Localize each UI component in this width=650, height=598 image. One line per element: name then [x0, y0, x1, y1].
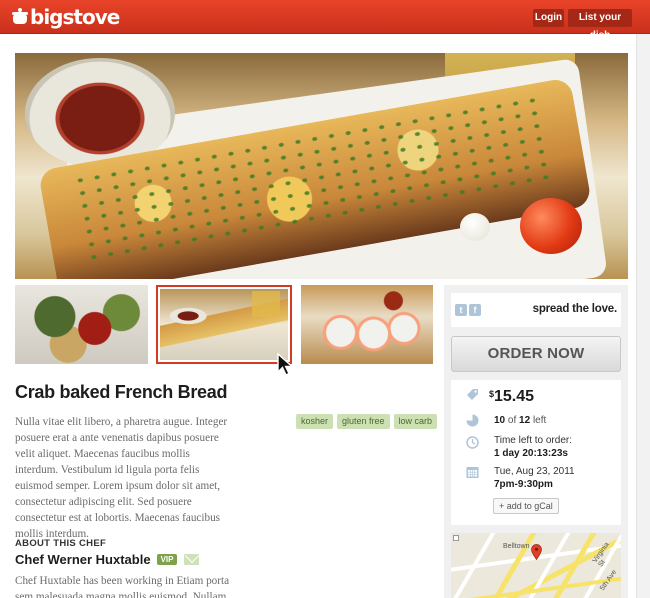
dish-title: Crab baked French Bread [15, 382, 228, 402]
price-value: 15.45 [494, 388, 535, 405]
portions-suffix: left [532, 415, 547, 426]
map-label-belltown: Belltown [503, 543, 530, 550]
map-pin-icon [531, 544, 542, 560]
pie-chart-icon [466, 414, 479, 427]
event-time-range: 7pm-9:30pm [494, 479, 553, 490]
tag-kosher[interactable]: kosher [296, 414, 334, 429]
location-map[interactable]: Belltown Virginia St 5th Ave [451, 533, 621, 598]
thumbnail-french-bread-selected[interactable] [156, 285, 292, 364]
chef-header: Chef Werner Huxtable VIP [15, 552, 200, 567]
login-button[interactable]: Login [533, 9, 564, 27]
chef-name[interactable]: Chef Werner Huxtable [15, 552, 151, 567]
add-to-gcal-button[interactable]: + add to gCal [493, 498, 559, 514]
portions-taken: 10 [494, 415, 506, 426]
chef-bio: Chef Huxtable has been working in Etiam … [15, 575, 230, 598]
vip-badge: VIP [156, 554, 178, 565]
tag-low-carb[interactable]: low carb [393, 414, 438, 429]
twitter-icon[interactable]: t [455, 304, 467, 316]
map-zoom-control[interactable] [453, 535, 459, 541]
portions-total: 12 [519, 415, 531, 426]
scrollbar-track[interactable] [636, 34, 650, 598]
list-your-dish-button[interactable]: List your dish [568, 9, 632, 41]
share-box: t f spread the love. [451, 293, 621, 327]
thumbnail-sushi-rolls[interactable] [301, 285, 433, 364]
time-left-label: Time left to order: [494, 435, 572, 446]
about-chef-heading: ABOUT THIS CHEF [15, 538, 107, 549]
map-label-virginia-st: Virginia St [591, 541, 611, 569]
event-date: Tue, Aug 23, 2011 [494, 466, 575, 477]
portions-of: of [507, 415, 517, 426]
tag-gluten-free[interactable]: gluten free [337, 414, 390, 429]
order-now-button[interactable]: ORDER NOW [451, 336, 621, 372]
stove-pot-icon [12, 8, 28, 26]
portions-left: 10 of 12 left [494, 415, 546, 426]
dietary-tags: kosher gluten free low carb [296, 414, 438, 429]
hero-dish-image [15, 53, 628, 279]
time-left-value: 1 day 20:13:23s [494, 448, 568, 459]
spread-the-love-text: spread the love. [532, 303, 618, 315]
facebook-icon[interactable]: f [469, 304, 481, 316]
calendar-icon [466, 467, 479, 478]
bigstove-logo[interactable]: bigstove [12, 5, 120, 29]
brand-name: bigstove [30, 5, 120, 29]
price-tag-icon [467, 389, 478, 400]
dish-description: Nulla vitae elit libero, a pharetra augu… [15, 416, 228, 540]
top-navigation-bar: bigstove Login List your dish [0, 0, 650, 41]
thumbnail-grilled-vegetables[interactable] [15, 285, 148, 364]
mail-icon[interactable] [184, 554, 200, 565]
clock-icon [466, 436, 479, 449]
